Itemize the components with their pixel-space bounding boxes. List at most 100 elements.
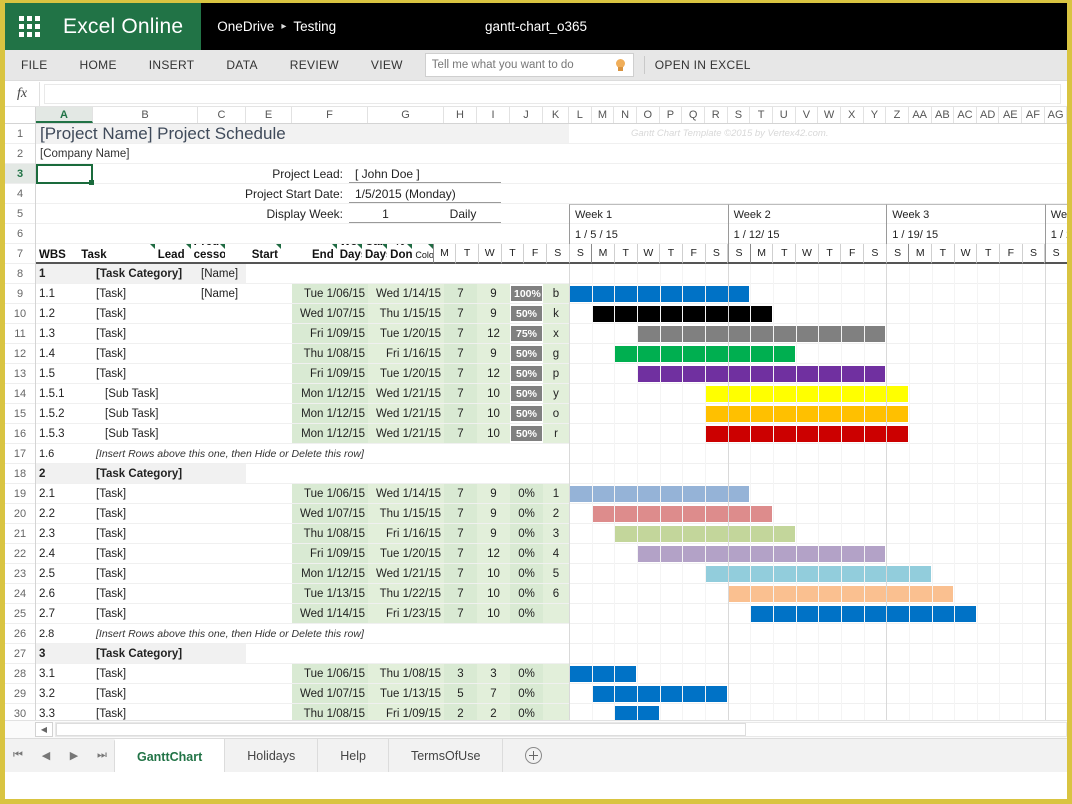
cell-end[interactable]: Wed 1/14/15	[368, 484, 444, 503]
cell-work-days[interactable]: 7	[444, 584, 477, 603]
cell-cal-days[interactable]: 9	[477, 524, 510, 543]
cell-wbs[interactable]: 1.1	[36, 284, 93, 303]
cell-task[interactable]: [Sub Task]	[93, 384, 198, 403]
field-value-1[interactable]: 1/5/2015 (Monday)	[349, 184, 501, 203]
sheet-tab-help[interactable]: Help	[317, 739, 389, 772]
cell-task[interactable]: [Task]	[93, 344, 198, 363]
cell-start[interactable]: Tue 1/13/15	[292, 584, 368, 603]
function-icon[interactable]: fx	[5, 82, 40, 106]
cell-start[interactable]: Thu 1/08/15	[292, 344, 368, 363]
cell-wbs[interactable]: 2.8	[36, 624, 93, 643]
cell-end[interactable]: Tue 1/13/15	[368, 684, 444, 703]
cell-wbs[interactable]: 3.2	[36, 684, 93, 703]
cell-task[interactable]: [Task]	[93, 304, 198, 323]
cell-start[interactable]: Thu 1/08/15	[292, 704, 368, 720]
cell-lead[interactable]	[198, 364, 246, 383]
cell-predecessor[interactable]	[246, 684, 292, 703]
cell-pred[interactable]	[246, 264, 292, 283]
cell-cal-days[interactable]: 9	[477, 284, 510, 303]
row-header-3[interactable]: 3	[5, 164, 35, 184]
nav-last-sheet-icon[interactable]: ⏭	[95, 749, 109, 762]
cell-predecessor[interactable]	[246, 504, 292, 523]
cell-cal[interactable]	[477, 464, 510, 483]
cell-work-days[interactable]: 7	[444, 324, 477, 343]
cell-start[interactable]: Mon 1/12/15	[292, 404, 368, 423]
cell-pct-done[interactable]: 0%	[510, 544, 543, 563]
cell-lead[interactable]	[198, 564, 246, 583]
cell-color[interactable]: r	[543, 424, 569, 443]
cell-pct-done[interactable]: 0%	[510, 564, 543, 583]
cell-work-days[interactable]: 7	[444, 424, 477, 443]
cell-wbs[interactable]: 3	[36, 644, 93, 663]
cell-pct-done[interactable]: 0%	[510, 604, 543, 623]
cell-lead[interactable]	[198, 684, 246, 703]
cell-start[interactable]: Wed 1/07/15	[292, 504, 368, 523]
row-header-14[interactable]: 14	[5, 384, 35, 404]
row-header-22[interactable]: 22	[5, 544, 35, 564]
cell-predecessor[interactable]	[246, 664, 292, 683]
cell-pct-done[interactable]: 0%	[510, 704, 543, 720]
cell-lead[interactable]	[198, 704, 246, 720]
cell-end[interactable]	[368, 464, 444, 483]
cell-cal-days[interactable]: 9	[477, 344, 510, 363]
cell-lead[interactable]	[198, 484, 246, 503]
column-header-aa[interactable]: AA	[909, 107, 932, 123]
cell-cal-days[interactable]: 10	[477, 384, 510, 403]
cell-cal-days[interactable]: 7	[477, 684, 510, 703]
column-header-w[interactable]: W	[818, 107, 841, 123]
cell-predecessor[interactable]	[246, 524, 292, 543]
cell-pct[interactable]	[510, 464, 543, 483]
cell-end[interactable]: Thu 1/22/15	[368, 584, 444, 603]
cell-start[interactable]: Tue 1/06/15	[292, 484, 368, 503]
app-launcher-icon[interactable]	[5, 3, 53, 50]
row-header-9[interactable]: 9	[5, 284, 35, 304]
cell-work-days[interactable]: 7	[444, 364, 477, 383]
cell-start[interactable]: Fri 1/09/15	[292, 544, 368, 563]
column-header-l[interactable]: L	[569, 107, 592, 123]
column-header-p[interactable]: P	[660, 107, 683, 123]
cell-color[interactable]: o	[543, 404, 569, 423]
cell-lead[interactable]	[198, 604, 246, 623]
cell-end[interactable]	[368, 264, 444, 283]
sheet-tab-ganttchart[interactable]: GanttChart	[114, 739, 225, 772]
cell-work-days[interactable]: 7	[444, 404, 477, 423]
cell-end[interactable]	[368, 644, 444, 663]
cell-wbs[interactable]: 2.3	[36, 524, 93, 543]
cell-wbs[interactable]: 2	[36, 464, 93, 483]
cell-color[interactable]: 6	[543, 584, 569, 603]
cell-a5[interactable]	[36, 204, 93, 223]
scrollbar-track[interactable]	[55, 722, 1067, 737]
cell-cal-days[interactable]: 10	[477, 604, 510, 623]
cell-cal-days[interactable]: 10	[477, 564, 510, 583]
cell-cal-days[interactable]: 10	[477, 424, 510, 443]
open-in-excel-button[interactable]: OPEN IN EXCEL	[655, 58, 751, 72]
cell-work-days[interactable]: 7	[444, 544, 477, 563]
tab-insert[interactable]: INSERT	[133, 50, 211, 80]
row-header-13[interactable]: 13	[5, 364, 35, 384]
cell-end[interactable]: Tue 1/20/15	[368, 364, 444, 383]
cell-pct-done[interactable]: 0%	[510, 484, 543, 503]
cell-pred[interactable]	[246, 464, 292, 483]
cell-color[interactable]	[543, 664, 569, 683]
cell-cal-days[interactable]: 12	[477, 364, 510, 383]
tab-view[interactable]: VIEW	[355, 50, 419, 80]
cell-end[interactable]: Wed 1/21/15	[368, 424, 444, 443]
cell-start[interactable]: Wed 1/14/15	[292, 604, 368, 623]
cell-start[interactable]: Wed 1/07/15	[292, 684, 368, 703]
cell-color[interactable]	[543, 264, 569, 283]
cell-end[interactable]: Wed 1/21/15	[368, 564, 444, 583]
cell-end[interactable]: Fri 1/09/15	[368, 704, 444, 720]
cell-color[interactable]: 1	[543, 484, 569, 503]
cell-wbs[interactable]: 1.5	[36, 364, 93, 383]
cell-work-days[interactable]: 2	[444, 704, 477, 720]
cell-cal[interactable]	[477, 264, 510, 283]
cell-lead[interactable]	[198, 324, 246, 343]
column-header-m[interactable]: M	[592, 107, 615, 123]
cell-start[interactable]	[292, 264, 368, 283]
company-name[interactable]: [Company Name]	[36, 144, 569, 163]
cell-work[interactable]	[444, 264, 477, 283]
cell-predecessor[interactable]	[246, 404, 292, 423]
cell-cal-days[interactable]: 9	[477, 484, 510, 503]
cell-predecessor[interactable]	[246, 544, 292, 563]
horizontal-scrollbar[interactable]: ◀	[5, 720, 1067, 738]
